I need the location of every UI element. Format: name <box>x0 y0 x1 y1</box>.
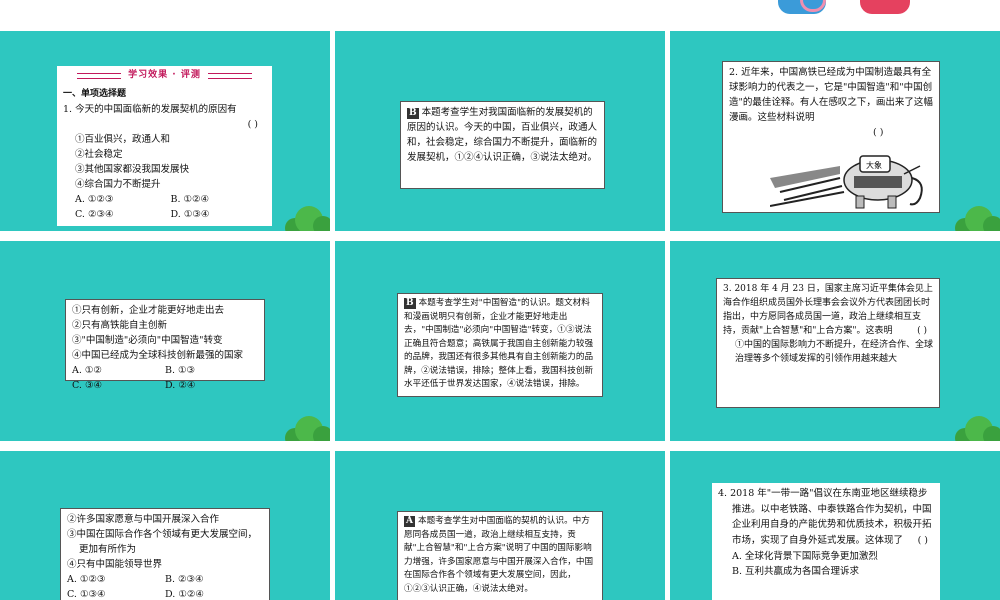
choice-d: D. ②④ <box>165 380 196 391</box>
slide-6[interactable]: 3. 2018 年 4 月 23 日，国家主席习近平集体会见上海合作组织成员国外… <box>670 241 1000 441</box>
option-item: ②许多国家愿意与中国开展深入合作 <box>67 514 220 525</box>
option-item: ①只有创新，企业才能更好地走出去 <box>72 305 225 316</box>
answer-card-3: A 本题考查学生对中国面临的契机的认识。中方愿同各成员国一道，政治上继续相互支持，… <box>397 511 603 600</box>
choice-d: D. ①③④ <box>170 209 210 220</box>
choice-a: A. ①② <box>72 365 102 376</box>
choice-c: C. ②③④ <box>75 209 114 220</box>
option-item: ④综合国力不断提升 <box>75 179 161 190</box>
slide-2[interactable]: B 本题考查学生对我国面临新的发展契机的原因的认识。今天的中国，百业俱兴，政通人和… <box>335 31 665 231</box>
elephant-train-cartoon-icon: 大象 <box>769 148 930 210</box>
choice-a: A. ①②③ <box>75 194 114 205</box>
explanation-text: 本题考查学生对"中国智造"的认识。题文材料和漫画说明只有创新，企业才能更好地走出… <box>404 298 594 389</box>
slide-1[interactable]: 学习效果 · 评测 一、单项选择题 1. 今天的中国面临新的发展契机的原因有 (… <box>0 31 330 231</box>
slide-5[interactable]: B 本题考查学生对"中国智造"的认识。题文材料和漫画说明只有创新，企业才能更好地走… <box>335 241 665 441</box>
question-card-4: 4. 2018 年"一带一路"倡议在东南亚地区继续稳步推进。以中老铁路、中泰铁路… <box>712 483 940 600</box>
choice-c: C. ③④ <box>72 380 103 391</box>
choice-b: B. 互利共赢成为各国合理诉求 <box>732 566 860 577</box>
options-card-2: ①只有创新，企业才能更好地走出去 ②只有高铁能自主创新 ③"中国制造"必须向"中… <box>65 299 265 391</box>
choice-b: B. ①③ <box>165 365 196 376</box>
choice-row: A. ①②③ B. ②③④ <box>67 572 263 587</box>
answer-paren: ( ) <box>873 127 884 138</box>
explanation-text: 本题考查学生对中国面临的契机的认识。中方愿同各成员国一道，政治上继续相互支持，贡… <box>404 516 594 594</box>
question-text: 2. 近年来，中国高铁已经成为中国制造最具有全球影响力的代表之一，它是"中国智造… <box>729 67 933 123</box>
slide-8[interactable]: A 本题考查学生对中国面临的契机的认识。中方愿同各成员国一道，政治上继续相互支持，… <box>335 451 665 600</box>
choice-row: C. ①③④ D. ①②④ <box>67 587 263 600</box>
tree-icon <box>285 416 330 441</box>
cartoon-label: 大象 <box>866 160 882 170</box>
choice-row: C. ③④ D. ②④ <box>72 378 258 393</box>
option-item: ②只有高铁能自主创新 <box>72 320 168 331</box>
slide-9[interactable]: 4. 2018 年"一带一路"倡议在东南亚地区继续稳步推进。以中老铁路、中泰铁路… <box>670 451 1000 600</box>
answer-card-1: B 本题考查学生对我国面临新的发展契机的原因的认识。今天的中国，百业俱兴，政通人和… <box>400 101 605 189</box>
question-card-1: 学习效果 · 评测 一、单项选择题 1. 今天的中国面临新的发展契机的原因有 (… <box>57 66 272 226</box>
question-card-3: 3. 2018 年 4 月 23 日，国家主席习近平集体会见上海合作组织成员国外… <box>716 278 940 408</box>
choice-row: A. ①② B. ①③ <box>72 363 258 378</box>
question-text: 4. 2018 年"一带一路"倡议在东南亚地区继续稳步推进。以中老铁路、中泰铁路… <box>718 488 932 546</box>
choice-c: C. ①③④ <box>67 589 106 600</box>
slide-7[interactable]: ②许多国家愿意与中国开展深入合作 ③中国在国际合作各个领域有更大发展空间，更加有… <box>0 451 330 600</box>
choice-a: A. ①②③ <box>67 574 106 585</box>
explanation-text: 本题考查学生对我国面临新的发展契机的原因的认识。今天的中国，百业俱兴，政通人和，… <box>407 107 598 163</box>
slide-4[interactable]: ①只有创新，企业才能更好地走出去 ②只有高铁能自主创新 ③"中国制造"必须向"中… <box>0 241 330 441</box>
slide-3[interactable]: 2. 近年来，中国高铁已经成为中国制造最具有全球影响力的代表之一，它是"中国智造… <box>670 31 1000 231</box>
choice-b: B. ①②④ <box>170 194 210 205</box>
option-item: ①百业俱兴，政通人和 <box>75 134 171 145</box>
choice-a: A. 全球化背景下国际竞争更加激烈 <box>732 550 878 562</box>
choice-row: A. ①②③ B. ①②④ <box>63 192 266 207</box>
answer-badge: B <box>404 298 416 309</box>
question-card-2: 2. 近年来，中国高铁已经成为中国制造最具有全球影响力的代表之一，它是"中国智造… <box>722 61 940 213</box>
tree-icon <box>955 206 1000 231</box>
tree-icon <box>285 206 330 231</box>
section-header: 学习效果 · 评测 <box>63 68 266 83</box>
choice-b: B. ②③④ <box>165 574 204 585</box>
top-banner <box>0 0 1000 30</box>
option-item: ④只有中国能领导世界 <box>67 559 163 570</box>
option-item: ③其他国家都没我国发展快 <box>75 164 190 175</box>
option-item: ④中国已经成为全球科技创新最强的国家 <box>72 350 244 361</box>
option-item: ③"中国制造"必须向"中国智造"转变 <box>72 335 223 346</box>
section-title: 一、单项选择题 <box>63 89 127 99</box>
question-text: 1. 今天的中国面临新的发展契机的原因有 <box>63 104 237 115</box>
answer-paren: ( ) <box>247 119 258 130</box>
option-item: ③中国在国际合作各个领域有更大发展空间，更加有所作为 <box>67 529 258 555</box>
options-card-3: ②许多国家愿意与中国开展深入合作 ③中国在国际合作各个领域有更大发展空间，更加有… <box>60 508 270 600</box>
choice-d: D. ①②④ <box>165 589 204 600</box>
option-item: ①中国的国际影响力不断提升，在经济合作、全球治理等多个领域发挥的引领作用越来越大 <box>735 340 934 364</box>
answer-badge: B <box>407 108 419 119</box>
banner-decoration-pink <box>860 0 910 14</box>
choice-row: C. ②③④ D. ①③④ <box>63 207 266 222</box>
tree-icon <box>955 416 1000 441</box>
answer-badge: A <box>404 516 415 527</box>
option-item: ②社会稳定 <box>75 149 123 160</box>
answer-card-2: B 本题考查学生对"中国智造"的认识。题文材料和漫画说明只有创新，企业才能更好地走… <box>397 293 603 397</box>
